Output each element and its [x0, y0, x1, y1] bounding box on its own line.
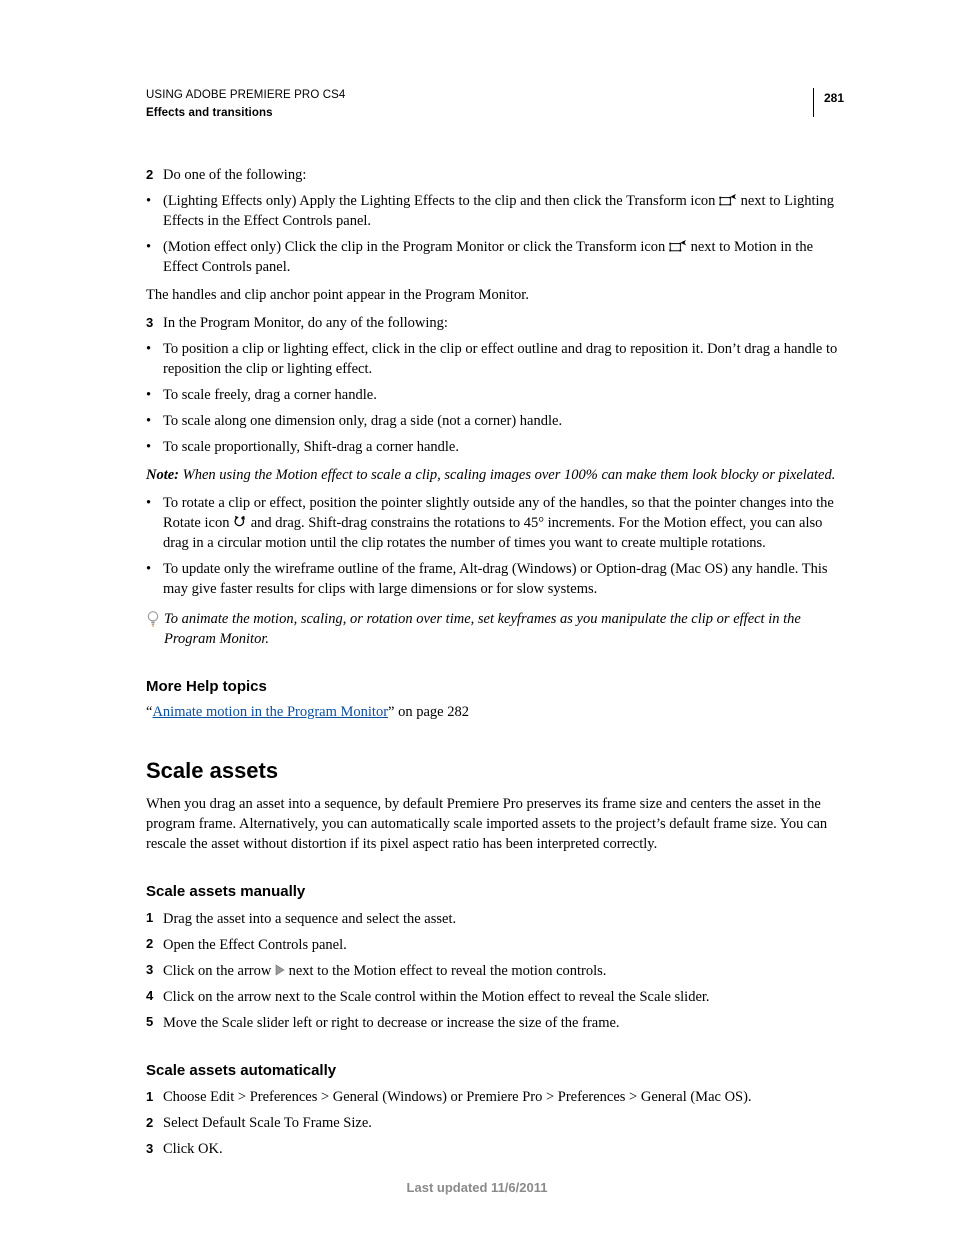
step-number: 2	[146, 935, 163, 955]
bullet-marker: •	[146, 493, 163, 553]
disclosure-arrow-icon	[275, 962, 285, 974]
auto-step-3: 3 Click OK.	[146, 1139, 844, 1159]
bullet-text: To scale freely, drag a corner handle.	[163, 385, 377, 405]
step-number: 5	[146, 1013, 163, 1033]
step-number: 3	[146, 1139, 163, 1159]
transform-icon	[719, 193, 737, 207]
footer-last-updated: Last updated 11/6/2011	[0, 1179, 954, 1197]
subheading-scale-manually: Scale assets manually	[146, 882, 844, 903]
bullet-lighting-effects: • (Lighting Effects only) Apply the Ligh…	[146, 191, 844, 231]
bullet-marker: •	[146, 237, 163, 277]
step-number: 3	[146, 961, 163, 981]
bullet-scale-free: • To scale freely, drag a corner handle.	[146, 385, 844, 405]
rotate-icon	[233, 515, 247, 529]
tip: To animate the motion, scaling, or rotat…	[146, 609, 844, 649]
step-text: Move the Scale slider left or right to d…	[163, 1013, 620, 1033]
auto-step-2: 2 Select Default Scale To Frame Size.	[146, 1113, 844, 1133]
bullet-text: (Lighting Effects only) Apply the Lighti…	[163, 191, 844, 231]
step-text: Select Default Scale To Frame Size.	[163, 1113, 372, 1133]
bullet-marker: •	[146, 411, 163, 431]
bullet-text: To scale along one dimension only, drag …	[163, 411, 562, 431]
lightbulb-icon	[146, 609, 164, 649]
step-text: Click on the arrow next to the Motion ef…	[163, 961, 606, 981]
page-header: USING ADOBE PREMIERE PRO CS4 Effects and…	[146, 88, 844, 121]
manual-step-1: 1 Drag the asset into a sequence and sel…	[146, 909, 844, 929]
section-intro: When you drag an asset into a sequence, …	[146, 794, 844, 854]
step-number: 2	[146, 165, 163, 185]
note-body: When using the Motion effect to scale a …	[179, 467, 835, 483]
step-number: 2	[146, 1113, 163, 1133]
step-text: Do one of the following:	[163, 165, 306, 185]
header-title: USING ADOBE PREMIERE PRO CS4	[146, 88, 345, 104]
step-text: In the Program Monitor, do any of the fo…	[163, 313, 448, 333]
step-number: 3	[146, 313, 163, 333]
header-left: USING ADOBE PREMIERE PRO CS4 Effects and…	[146, 88, 345, 121]
bullet-scale-proportional: • To scale proportionally, Shift-drag a …	[146, 437, 844, 457]
manual-step-3: 3 Click on the arrow next to the Motion …	[146, 961, 844, 981]
subheading-scale-automatically: Scale assets automatically	[146, 1061, 844, 1082]
paragraph-handles: The handles and clip anchor point appear…	[146, 285, 844, 305]
tip-text: To animate the motion, scaling, or rotat…	[164, 609, 844, 649]
bullet-text: To rotate a clip or effect, position the…	[163, 493, 844, 553]
more-help-line: “Animate motion in the Program Monitor” …	[146, 702, 844, 722]
document-page: USING ADOBE PREMIERE PRO CS4 Effects and…	[0, 0, 954, 1235]
bullet-marker: •	[146, 385, 163, 405]
bullet-text: (Motion effect only) Click the clip in t…	[163, 237, 844, 277]
step-number: 4	[146, 987, 163, 1007]
bullet-scale-one-dim: • To scale along one dimension only, dra…	[146, 411, 844, 431]
transform-icon	[669, 239, 687, 253]
manual-step-2: 2 Open the Effect Controls panel.	[146, 935, 844, 955]
step-text: Click OK.	[163, 1139, 223, 1159]
bullet-marker: •	[146, 339, 163, 379]
manual-step-5: 5 Move the Scale slider left or right to…	[146, 1013, 844, 1033]
step-text: Click on the arrow next to the Scale con…	[163, 987, 710, 1007]
bullet-motion-effect: • (Motion effect only) Click the clip in…	[146, 237, 844, 277]
step-text: Choose Edit > Preferences > General (Win…	[163, 1087, 752, 1107]
bullet-marker: •	[146, 191, 163, 231]
manual-step-4: 4 Click on the arrow next to the Scale c…	[146, 987, 844, 1007]
note-label: Note:	[146, 467, 179, 483]
header-subtitle: Effects and transitions	[146, 106, 345, 122]
auto-step-1: 1 Choose Edit > Preferences > General (W…	[146, 1087, 844, 1107]
step-3: 3 In the Program Monitor, do any of the …	[146, 313, 844, 333]
more-help-heading: More Help topics	[146, 677, 844, 698]
bullet-text: To position a clip or lighting effect, c…	[163, 339, 844, 379]
step-text: Drag the asset into a sequence and selec…	[163, 909, 456, 929]
link-animate-motion[interactable]: Animate motion in the Program Monitor	[152, 704, 388, 720]
bullet-text: To scale proportionally, Shift-drag a co…	[163, 437, 459, 457]
bullet-marker: •	[146, 437, 163, 457]
step-2: 2 Do one of the following:	[146, 165, 844, 185]
step-number: 1	[146, 1087, 163, 1107]
section-title-scale-assets: Scale assets	[146, 756, 844, 786]
bullet-text: To update only the wireframe outline of …	[163, 559, 844, 599]
note: Note: When using the Motion effect to sc…	[146, 465, 844, 485]
bullet-wireframe: • To update only the wireframe outline o…	[146, 559, 844, 599]
step-number: 1	[146, 909, 163, 929]
bullet-marker: •	[146, 559, 163, 599]
bullet-position: • To position a clip or lighting effect,…	[146, 339, 844, 379]
bullet-rotate: • To rotate a clip or effect, position t…	[146, 493, 844, 553]
page-number: 281	[813, 88, 844, 117]
step-text: Open the Effect Controls panel.	[163, 935, 347, 955]
